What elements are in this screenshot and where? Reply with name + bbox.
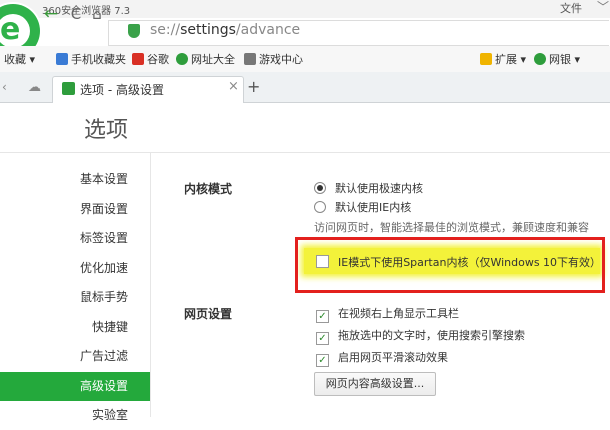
bookmark-mobile[interactable]: 手机收藏夹 bbox=[56, 51, 126, 67]
webpage-option-video-toolbar[interactable]: ✓ 在视频右上角显示工具栏 bbox=[316, 305, 459, 323]
back-button[interactable]: ← bbox=[40, 4, 62, 24]
sidebar-item-basic[interactable]: 基本设置 bbox=[0, 165, 150, 194]
sidebar-item-tabs[interactable]: 标签设置 bbox=[0, 224, 150, 253]
menu-file[interactable]: 文件 bbox=[560, 0, 582, 16]
globe-icon bbox=[176, 53, 188, 65]
radio-selected-icon[interactable] bbox=[314, 182, 326, 194]
kernel-mode-label: 内核模式 bbox=[184, 182, 233, 196]
webpage-settings-label: 网页设置 bbox=[184, 307, 233, 321]
puzzle-icon bbox=[480, 53, 492, 65]
annotation-box bbox=[295, 237, 605, 293]
bookmark-game-center[interactable]: 游戏中心 bbox=[244, 51, 303, 67]
bookmark-site-directory[interactable]: 网址大全 bbox=[176, 51, 235, 67]
sidebar-item-ad-filter[interactable]: 广告过滤 bbox=[0, 342, 150, 371]
bookmark-favorites[interactable]: 收藏 ▾ bbox=[4, 51, 35, 67]
address-url[interactable]: se://settings/advance bbox=[150, 22, 300, 38]
tab-label: 选项 - 高级设置 bbox=[80, 83, 164, 97]
sidebar-item-mouse-gestures[interactable]: 鼠标手势 bbox=[0, 283, 150, 312]
radio-icon[interactable] bbox=[314, 201, 326, 213]
sidebar-item-optimize[interactable]: 优化加速 bbox=[0, 254, 150, 283]
chevron-down-icon[interactable]: ﹀ bbox=[597, 0, 609, 15]
sidebar-item-shortcuts[interactable]: 快捷键 bbox=[0, 313, 150, 342]
kernel-option-speed[interactable]: 默认使用极速内核 bbox=[314, 180, 423, 196]
refresh-button[interactable]: C bbox=[65, 4, 87, 24]
online-banking-menu[interactable]: 网银 ▾ bbox=[534, 51, 580, 67]
kernel-option-ie[interactable]: 默认使用IE内核 bbox=[314, 199, 411, 215]
new-tab-button[interactable]: + bbox=[247, 77, 260, 96]
google-icon bbox=[132, 53, 144, 65]
sidebar-item-interface[interactable]: 界面设置 bbox=[0, 195, 150, 224]
cloud-icon[interactable]: ☁ bbox=[28, 80, 41, 95]
webpage-option-drag-search[interactable]: ✓ 拖放选中的文字时，使用搜索引擎搜索 bbox=[316, 327, 525, 345]
gamepad-icon bbox=[244, 53, 256, 65]
sidebar-item-advanced[interactable]: 高级设置 bbox=[0, 372, 150, 401]
checkbox-checked-icon[interactable]: ✓ bbox=[316, 310, 329, 323]
close-tab-icon[interactable]: × bbox=[228, 79, 239, 94]
sidebar-item-lab[interactable]: 实验室 bbox=[0, 401, 150, 430]
settings-tab-icon bbox=[62, 82, 75, 95]
extensions-menu[interactable]: 扩展 ▾ bbox=[480, 51, 526, 67]
phone-icon bbox=[56, 53, 68, 65]
bank-icon bbox=[534, 53, 546, 65]
shield-icon bbox=[128, 24, 140, 38]
tab-scroll-left-icon[interactable]: ‹ bbox=[2, 80, 7, 94]
checkbox-checked-icon[interactable]: ✓ bbox=[316, 332, 329, 345]
kernel-description: 访问网页时，智能选择最佳的浏览模式，兼顾速度和兼容 bbox=[314, 221, 589, 234]
webpage-option-smooth-scroll[interactable]: ✓ 启用网页平滑滚动效果 bbox=[316, 349, 448, 367]
advanced-content-settings-button[interactable]: 网页内容高级设置... bbox=[314, 372, 436, 396]
page-title: 选项 bbox=[84, 118, 129, 143]
bookmark-google[interactable]: 谷歌 bbox=[132, 51, 169, 67]
checkbox-checked-icon[interactable]: ✓ bbox=[316, 354, 329, 367]
home-button[interactable]: ⌂ bbox=[86, 4, 108, 24]
settings-sidebar: 基本设置 界面设置 标签设置 优化加速 鼠标手势 快捷键 广告过滤 高级设置 实… bbox=[0, 153, 151, 422]
